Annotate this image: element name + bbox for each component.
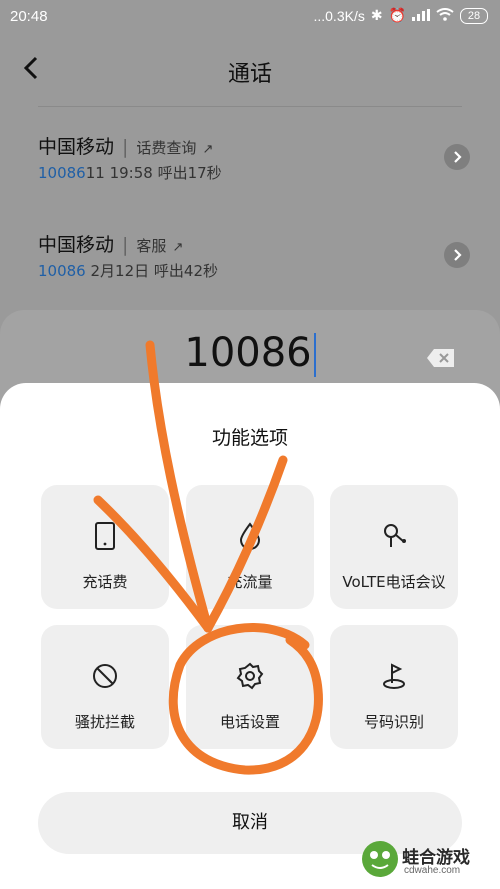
options-sheet: 功能选项 充话费 充流量 VoLTE电话会议 骚扰拦截 电话设置 号码识别 取消 (0, 383, 500, 889)
chevron-right-icon (454, 151, 462, 163)
option-label: VoLTE电话会议 (342, 573, 446, 591)
contact-name: 中国移动 (38, 234, 115, 256)
call-detail: 呼出42秒 (153, 262, 219, 280)
dialed-number[interactable]: 10086 (184, 330, 311, 376)
call-screen: 20:48 ...0.3K/s ✱ ⏰ 28 通话 中国移动 | 话费查询 ↗ 100… (0, 0, 500, 889)
chevron-right-icon (454, 249, 462, 261)
call-date: 2月12日 (90, 262, 150, 280)
site-watermark: 蛙合游戏 cdwahe.com (362, 839, 494, 883)
conference-icon (330, 521, 458, 551)
network-speed: ...0.3K/s (313, 7, 365, 24)
external-link-icon: ↗ (202, 142, 214, 157)
location-flag-icon (330, 661, 458, 691)
battery-indicator: 28 (460, 7, 488, 24)
header: 通话 (0, 34, 500, 106)
call-number: 10086 (38, 164, 86, 182)
call-log-item[interactable]: 中国移动 | 客服 ↗ 10086 2月12日 呼出42秒 (38, 230, 478, 300)
call-date: 11 19:58 (85, 164, 153, 182)
option-label: 号码识别 (363, 713, 424, 731)
option-caller-id[interactable]: 号码识别 (330, 625, 458, 749)
contact-tag: 话费查询 (136, 139, 197, 157)
status-time: 20:48 (10, 8, 48, 25)
alarm-icon: ⏰ (388, 7, 406, 23)
divider (38, 106, 462, 107)
call-number: 10086 (38, 262, 86, 280)
text-cursor (313, 333, 316, 377)
status-icons: ...0.3K/s ✱ ⏰ 28 (313, 7, 488, 24)
call-log-item[interactable]: 中国移动 | 话费查询 ↗ 1008611 19:58 呼出17秒 (38, 132, 478, 202)
sheet-title: 功能选项 (211, 427, 288, 449)
option-label: 充流量 (227, 573, 273, 591)
option-call-settings[interactable]: 电话设置 (186, 625, 314, 749)
option-label: 电话设置 (219, 713, 280, 731)
call-detail: 呼出17秒 (157, 164, 222, 182)
option-label: 骚扰拦截 (74, 713, 135, 731)
wifi-icon (436, 7, 454, 24)
block-icon (41, 661, 169, 691)
drop-icon (186, 521, 314, 551)
page-title: 通话 (227, 62, 272, 87)
gear-icon (186, 661, 314, 691)
option-label: 充话费 (82, 573, 128, 591)
option-recharge-data[interactable]: 充流量 (186, 485, 314, 609)
contact-name: 中国移动 (38, 136, 115, 158)
contact-tag: 客服 (136, 237, 167, 255)
backspace-icon (427, 349, 454, 367)
external-link-icon: ↗ (172, 240, 184, 255)
status-bar: 20:48 ...0.3K/s ✱ ⏰ 28 (0, 0, 500, 34)
details-button[interactable] (444, 144, 470, 170)
option-spam-block[interactable]: 骚扰拦截 (41, 625, 169, 749)
frog-logo-icon (362, 841, 398, 877)
bluetooth-icon: ✱ (370, 7, 383, 23)
signal-icon (412, 8, 430, 24)
backspace-button[interactable] (426, 348, 456, 368)
option-volte-conference[interactable]: VoLTE电话会议 (330, 485, 458, 609)
watermark-url: cdwahe.com (404, 865, 461, 876)
phone-card-icon (41, 521, 169, 551)
details-button[interactable] (444, 242, 470, 268)
option-recharge-credit[interactable]: 充话费 (41, 485, 169, 609)
